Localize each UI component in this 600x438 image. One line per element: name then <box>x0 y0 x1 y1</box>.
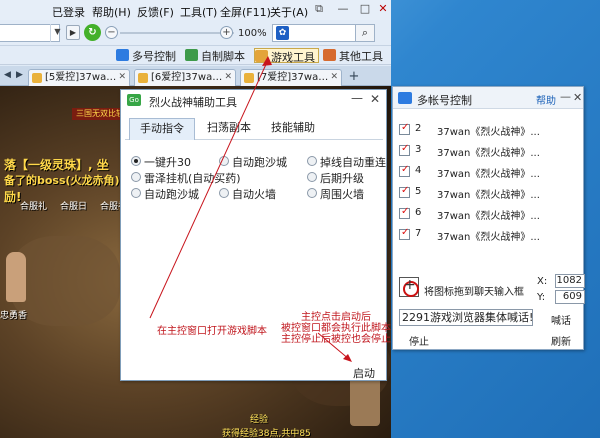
arrow-to-start <box>317 332 351 361</box>
arrow-head <box>262 56 272 66</box>
annotation-arrows <box>149 56 352 362</box>
arrow-to-game-tools <box>149 59 269 319</box>
